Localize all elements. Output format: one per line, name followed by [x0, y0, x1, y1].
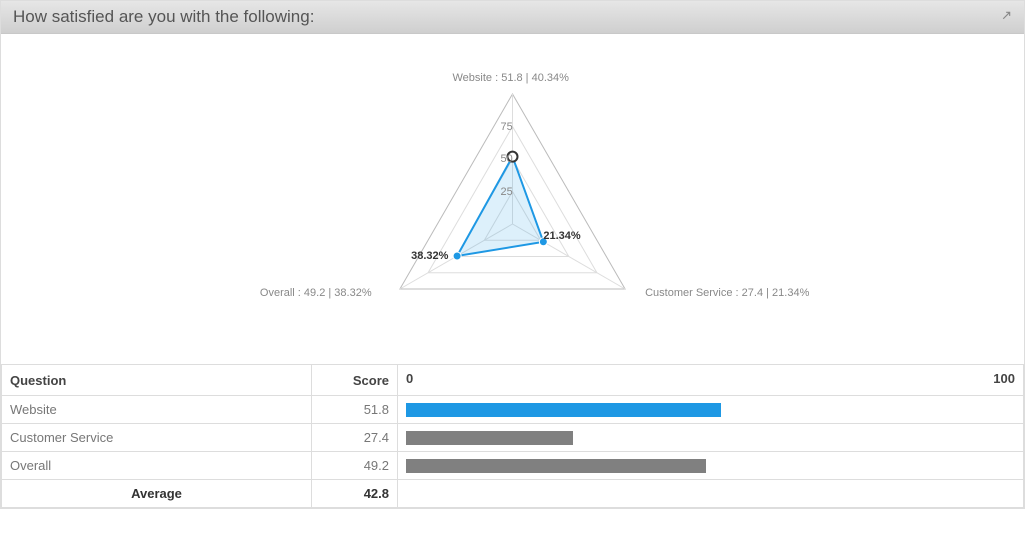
cell-question: Website [2, 396, 312, 424]
bar-fill [406, 403, 721, 417]
th-score: Score [312, 365, 398, 396]
cell-bar [398, 452, 1024, 480]
radar-tick: 25 [501, 186, 513, 198]
th-question: Question [2, 365, 312, 396]
cell-score: 49.2 [312, 452, 398, 480]
cell-question: Overall [2, 452, 312, 480]
radar-axis-label: Customer Service : 27.4 | 21.34% [645, 287, 809, 299]
cell-question: Customer Service [2, 424, 312, 452]
table-row: Website51.8 [2, 396, 1024, 424]
bar-scale-max: 100 [993, 371, 1015, 386]
footer-bar [398, 480, 1024, 508]
radar-axis-label: Website : 51.8 | 40.34% [453, 72, 569, 84]
radar-point-label: 38.32% [411, 250, 448, 262]
survey-panel: How satisfied are you with the following… [0, 0, 1025, 509]
table-row: Overall49.2 [2, 452, 1024, 480]
bar-scale-min: 0 [406, 371, 413, 386]
panel-header: How satisfied are you with the following… [1, 1, 1024, 34]
bar-fill [406, 431, 573, 445]
radar-axis-label: Overall : 49.2 | 38.32% [260, 287, 372, 299]
footer-value: 42.8 [312, 480, 398, 508]
score-table: Question Score 0 100 Website51.8Customer… [1, 364, 1024, 508]
table-row: Customer Service27.4 [2, 424, 1024, 452]
radar-tick: 50 [501, 153, 513, 165]
cell-score: 27.4 [312, 424, 398, 452]
panel-title: How satisfied are you with the following… [13, 7, 314, 27]
footer-label: Average [2, 480, 312, 508]
cell-score: 51.8 [312, 396, 398, 424]
cell-bar [398, 396, 1024, 424]
radar-tick: 75 [501, 121, 513, 133]
bar-fill [406, 459, 706, 473]
th-bar: 0 100 [398, 365, 1024, 396]
cell-bar [398, 424, 1024, 452]
radar-chart: 25 50 75 Website : 51.8 | 40.34% Customer Se… [1, 34, 1024, 364]
radar-point-label: 21.34% [543, 230, 580, 242]
share-icon[interactable] [998, 10, 1012, 24]
